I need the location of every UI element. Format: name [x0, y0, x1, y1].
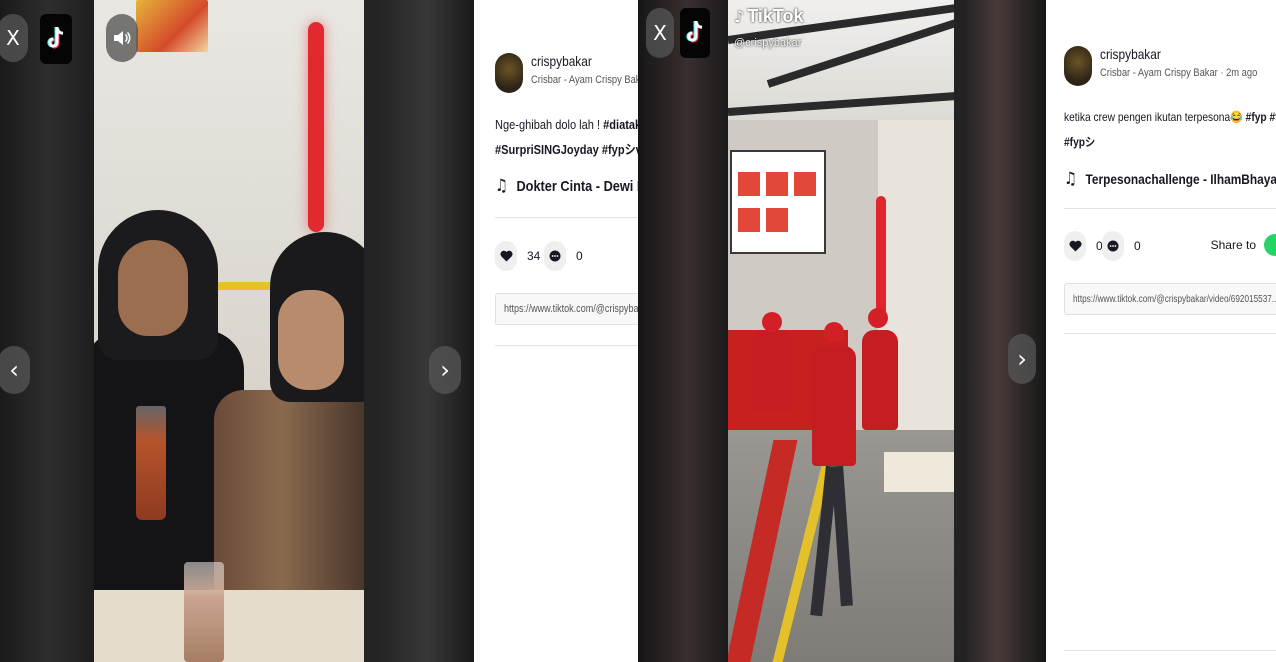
- music-title: Dokter Cinta - Dewi De: [516, 177, 638, 195]
- video-caption: ketika crew pengen ikutan terpesona😂 #fy…: [1064, 105, 1276, 155]
- author-name[interactable]: crispybakar: [1100, 46, 1257, 62]
- divider: [1064, 208, 1276, 209]
- comment-button[interactable]: 0: [1102, 231, 1141, 261]
- comment-count: 0: [1134, 239, 1141, 253]
- scene-table: [884, 452, 954, 492]
- avatar[interactable]: [1064, 46, 1092, 86]
- next-video-button[interactable]: ›: [1008, 334, 1036, 384]
- video-link-text: https://www.tiktok.com/@crispybal: [504, 303, 638, 315]
- music-link[interactable]: ♫ Dokter Cinta - Dewi De: [495, 176, 638, 196]
- author-row[interactable]: crispybakar Crisbar - Ayam Crispy Bakar …: [1064, 46, 1276, 86]
- like-button[interactable]: 34: [495, 241, 540, 271]
- scene-red-sign: [308, 22, 324, 232]
- scene-menu-item: [738, 208, 760, 232]
- scene-red-sign: [876, 196, 886, 316]
- copy-link-field[interactable]: https://www.tiktok.com/@crispybakar/vide…: [1064, 283, 1276, 315]
- tiktok-logo-glyph: [686, 21, 703, 43]
- post-info-panel: crispybakar Crisbar - Ayam Crispy Bakar …: [1046, 0, 1276, 662]
- heart-icon: [1064, 231, 1086, 261]
- author-text: crispybakar Crisbar - Ayam Crispy Bakar …: [1100, 46, 1276, 79]
- video-player-area[interactable]: X ‹ ›: [0, 0, 474, 662]
- scene-menu-item: [794, 172, 816, 196]
- divider: [1064, 650, 1276, 651]
- scene-crew-member: [752, 330, 792, 410]
- author-row[interactable]: crispybakar Crisbar - Ayam Crispy Bakar: [495, 53, 638, 93]
- chevron-right-icon: ›: [440, 356, 450, 384]
- tiktok-watermark-icon: ♪: [734, 7, 745, 26]
- video-link-text: https://www.tiktok.com/@crispybakar/vide…: [1073, 293, 1276, 305]
- heart-icon: [495, 241, 517, 271]
- hashtag-link[interactable]: #fyp #terpes: [1246, 110, 1276, 124]
- video-caption: Nge-ghibah dolo lah ! #diatakt #SurpriSI…: [495, 112, 638, 162]
- close-button[interactable]: X: [0, 14, 28, 62]
- divider: [495, 217, 638, 218]
- like-count: 34: [527, 249, 541, 263]
- hashtag-link[interactable]: #SurpriSINGJoyday #fypシvira: [495, 142, 638, 157]
- watermark-handle: @crispybakar: [734, 37, 802, 49]
- scene-glass: [184, 562, 224, 662]
- copy-link-field[interactable]: https://www.tiktok.com/@crispybal: [495, 293, 638, 325]
- whatsapp-icon[interactable]: [1264, 234, 1276, 256]
- tiktok-watermark: ♪ TikTok: [734, 6, 804, 27]
- watermark-text: TikTok: [747, 6, 804, 26]
- scene-menu-item: [738, 172, 760, 196]
- author-text: crispybakar Crisbar - Ayam Crispy Bakar: [531, 53, 638, 86]
- music-title: Terpesonachallenge - IlhamBhayangkara: [1085, 171, 1276, 187]
- video-modal-right: ♪ TikTok @crispybakar X › crispybakar Cr…: [638, 0, 1276, 662]
- scene-crew-cap: [762, 312, 782, 332]
- close-icon: X: [653, 21, 667, 45]
- divider: [495, 345, 638, 346]
- tiktok-logo-glyph: [47, 27, 64, 49]
- tiktok-logo-icon[interactable]: [40, 14, 72, 64]
- volume-icon: [114, 31, 131, 45]
- video-player-area[interactable]: ♪ TikTok @crispybakar X ›: [638, 0, 1046, 662]
- author-name[interactable]: crispybakar: [531, 53, 638, 69]
- scene-menu-item: [766, 172, 788, 196]
- video-modal-left: X ‹ › crispybakar Crisbar - Ayam Crispy …: [0, 0, 638, 662]
- tiktok-logo-icon[interactable]: [680, 8, 710, 58]
- hashtag-link[interactable]: #fypシ: [1064, 135, 1095, 149]
- previous-video-button[interactable]: ‹: [0, 346, 30, 394]
- video-frame[interactable]: [94, 0, 364, 662]
- like-button[interactable]: 0: [1064, 231, 1103, 261]
- scene-menu-board: [730, 150, 826, 254]
- comment-icon: [544, 241, 566, 271]
- chevron-left-icon: ‹: [9, 356, 19, 384]
- music-link[interactable]: ♫ Terpesonachallenge - IlhamBhayangkara: [1064, 169, 1276, 189]
- caption-text: Nge-ghibah dolo lah !: [495, 117, 604, 132]
- author-subtitle: Crisbar - Ayam Crispy Bakar: [531, 74, 638, 86]
- comment-button[interactable]: 0: [544, 241, 583, 271]
- scene-menu-item: [766, 208, 788, 232]
- share-row: Share to: [1211, 234, 1276, 256]
- scene-person-face: [278, 290, 344, 390]
- post-info-panel: crispybakar Crisbar - Ayam Crispy Bakar …: [474, 0, 638, 662]
- comment-count: 0: [576, 249, 583, 263]
- share-label: Share to: [1210, 238, 1256, 252]
- scene-poster: [136, 0, 208, 52]
- scene-glass: [136, 406, 166, 520]
- scene-crew-cap: [868, 308, 888, 328]
- next-video-button[interactable]: ›: [429, 346, 461, 394]
- divider: [1064, 333, 1276, 334]
- scene-crew-member: [862, 330, 898, 430]
- close-icon: X: [6, 26, 20, 50]
- close-button[interactable]: X: [646, 8, 674, 58]
- video-frame[interactable]: [728, 0, 954, 662]
- scene-person-face: [118, 240, 188, 336]
- music-note-icon: ♫: [495, 176, 508, 196]
- scene-table: [94, 590, 364, 662]
- volume-button[interactable]: [106, 14, 138, 62]
- music-note-icon: ♫: [1064, 169, 1077, 189]
- chevron-right-icon: ›: [1017, 345, 1027, 373]
- comment-icon: [1102, 231, 1124, 261]
- avatar[interactable]: [495, 53, 523, 93]
- scene-crew-cap: [824, 322, 844, 342]
- author-subtitle: Crisbar - Ayam Crispy Bakar · 2m ago: [1100, 67, 1258, 79]
- scene-crew-member: [812, 346, 856, 466]
- hashtag-link[interactable]: #diatakt: [603, 117, 638, 132]
- caption-text: ketika crew pengen ikutan terpesona😂: [1064, 110, 1246, 124]
